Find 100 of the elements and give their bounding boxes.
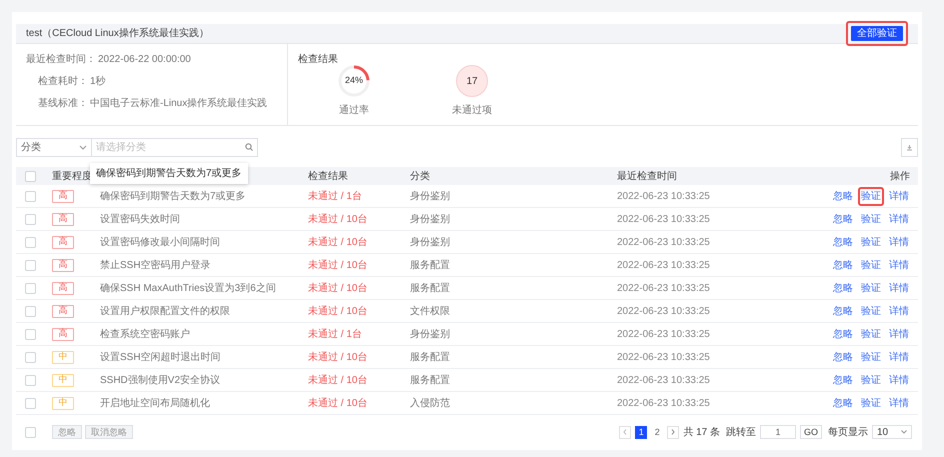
action-link[interactable]: 忽略: [832, 350, 854, 364]
table-cell-text: 服务配置: [410, 258, 450, 272]
section-title: 检查结果: [298, 52, 339, 67]
table-cell-text: 未通过 / 10台: [308, 350, 368, 364]
field-value: 2022-06-22 00:00:00: [98, 53, 191, 67]
checkbox[interactable]: [25, 282, 36, 294]
table-cell-text: 2022-06-23 10:33:25: [617, 212, 710, 226]
table-cell-text: 身份鉴别: [410, 236, 450, 250]
column-header: 最近检查时间: [617, 170, 677, 184]
field-label: 检查耗时：: [38, 74, 88, 89]
action-link[interactable]: 忽略: [832, 258, 854, 272]
action-link[interactable]: 验证: [860, 188, 882, 204]
checkbox[interactable]: [25, 426, 36, 438]
chevron-left-icon: [623, 429, 628, 435]
table-cell-text: 设置密码修改最小间隔时间: [100, 236, 220, 250]
severity-tag: 高: [52, 258, 74, 272]
field-label: 最近检查时间：: [26, 52, 96, 67]
checkbox[interactable]: [25, 214, 36, 224]
search-icon: [245, 143, 253, 151]
page-button[interactable]: 2: [651, 426, 664, 438]
category-select[interactable]: 分类: [16, 138, 92, 157]
table-cell-text: 未通过 / 10台: [308, 304, 368, 318]
column-header: 操作: [890, 170, 910, 184]
severity-tag: 高: [52, 282, 74, 294]
action-link[interactable]: 详情: [888, 350, 910, 364]
action-link[interactable]: 验证: [860, 326, 882, 342]
checkbox[interactable]: [25, 374, 36, 386]
next-page-button[interactable]: [667, 426, 680, 438]
action-link[interactable]: 详情: [888, 258, 910, 272]
footer-button[interactable]: 取消忽略: [85, 425, 133, 439]
action-link[interactable]: 忽略: [832, 372, 854, 388]
page-jump-field[interactable]: 1: [760, 425, 796, 439]
table-cell-text: 2022-06-23 10:33:25: [617, 374, 710, 388]
panel-title: test（CECloud Linux操作系统最佳实践）: [26, 26, 209, 41]
table-cell-text: 设置密码失效时间: [100, 212, 180, 226]
action-link[interactable]: 验证: [860, 396, 882, 410]
severity-tag: 高: [52, 236, 74, 248]
table-cell-text: 2022-06-23 10:33:25: [617, 190, 710, 204]
stat-label: 未通过项: [452, 104, 492, 118]
action-link[interactable]: 验证: [860, 280, 882, 296]
table-cell-text: 未通过 / 10台: [308, 282, 368, 296]
table-cell-text: 2022-06-23 10:33:25: [617, 396, 710, 410]
action-link[interactable]: 忽略: [832, 326, 854, 342]
action-link[interactable]: 忽略: [832, 212, 854, 226]
checkbox[interactable]: [25, 306, 36, 316]
chevron-right-icon: [671, 429, 676, 435]
failed-count: 17: [456, 65, 488, 97]
action-link[interactable]: 验证: [860, 212, 882, 226]
table-cell-text: 文件权限: [410, 304, 450, 318]
table-cell-text: 未通过 / 10台: [308, 212, 368, 226]
table-cell-text: 2022-06-23 10:33:25: [617, 328, 710, 342]
prev-page-button[interactable]: [619, 426, 632, 438]
severity-tag: 中: [52, 374, 74, 386]
jump-label: 跳转至: [726, 426, 756, 440]
action-link[interactable]: 详情: [888, 234, 910, 250]
go-button[interactable]: GO: [800, 425, 822, 439]
checkbox[interactable]: [25, 170, 36, 182]
table-cell-text: SSHD强制使用V2安全协议: [100, 374, 220, 388]
checkbox[interactable]: [25, 190, 36, 202]
page-size-label: 每页显示: [828, 426, 868, 440]
action-link[interactable]: 忽略: [832, 304, 854, 318]
action-link[interactable]: 验证: [860, 234, 882, 250]
table-cell-text: 确保密码到期警告天数为7或更多: [100, 190, 246, 204]
severity-tag: 高: [52, 190, 74, 202]
action-link[interactable]: 详情: [888, 372, 910, 388]
table-cell-text: 设置用户权限配置文件的权限: [100, 304, 230, 318]
table-cell-text: 2022-06-23 10:33:25: [617, 236, 710, 250]
action-link[interactable]: 验证: [860, 372, 882, 388]
column-header: 检查结果: [308, 170, 348, 184]
action-link[interactable]: 验证: [860, 350, 882, 364]
action-link[interactable]: 验证: [860, 304, 882, 318]
page-button[interactable]: 1: [635, 426, 648, 438]
action-link[interactable]: 详情: [888, 304, 910, 318]
severity-tag: 高: [52, 328, 74, 340]
page-size-select[interactable]: 10: [872, 425, 912, 439]
action-link[interactable]: 忽略: [832, 280, 854, 296]
checkbox[interactable]: [25, 260, 36, 270]
checkbox[interactable]: [25, 236, 36, 248]
action-link[interactable]: 忽略: [832, 396, 854, 410]
table-cell-text: 服务配置: [410, 282, 450, 296]
column-header: 分类: [410, 170, 430, 184]
action-link[interactable]: 详情: [888, 326, 910, 342]
verify-all-button[interactable]: 全部验证: [851, 26, 903, 41]
action-link[interactable]: 详情: [888, 212, 910, 226]
action-link[interactable]: 详情: [888, 396, 910, 410]
action-link[interactable]: 详情: [888, 280, 910, 296]
footer-button[interactable]: 忽略: [52, 425, 82, 439]
export-button[interactable]: [901, 138, 918, 157]
action-link[interactable]: 忽略: [832, 234, 854, 250]
pass-rate-value: 24%: [344, 74, 363, 88]
table-cell-text: 未通过 / 10台: [308, 258, 368, 272]
chevron-down-icon: [79, 145, 87, 150]
table-cell-text: 2022-06-23 10:33:25: [617, 282, 710, 296]
checkbox[interactable]: [25, 398, 36, 408]
checkbox[interactable]: [25, 328, 36, 340]
action-link[interactable]: 详情: [888, 188, 910, 204]
search-field[interactable]: 请选择分类: [92, 138, 258, 157]
action-link[interactable]: 验证: [860, 258, 882, 272]
checkbox[interactable]: [25, 352, 36, 362]
action-link[interactable]: 忽略: [832, 188, 854, 204]
